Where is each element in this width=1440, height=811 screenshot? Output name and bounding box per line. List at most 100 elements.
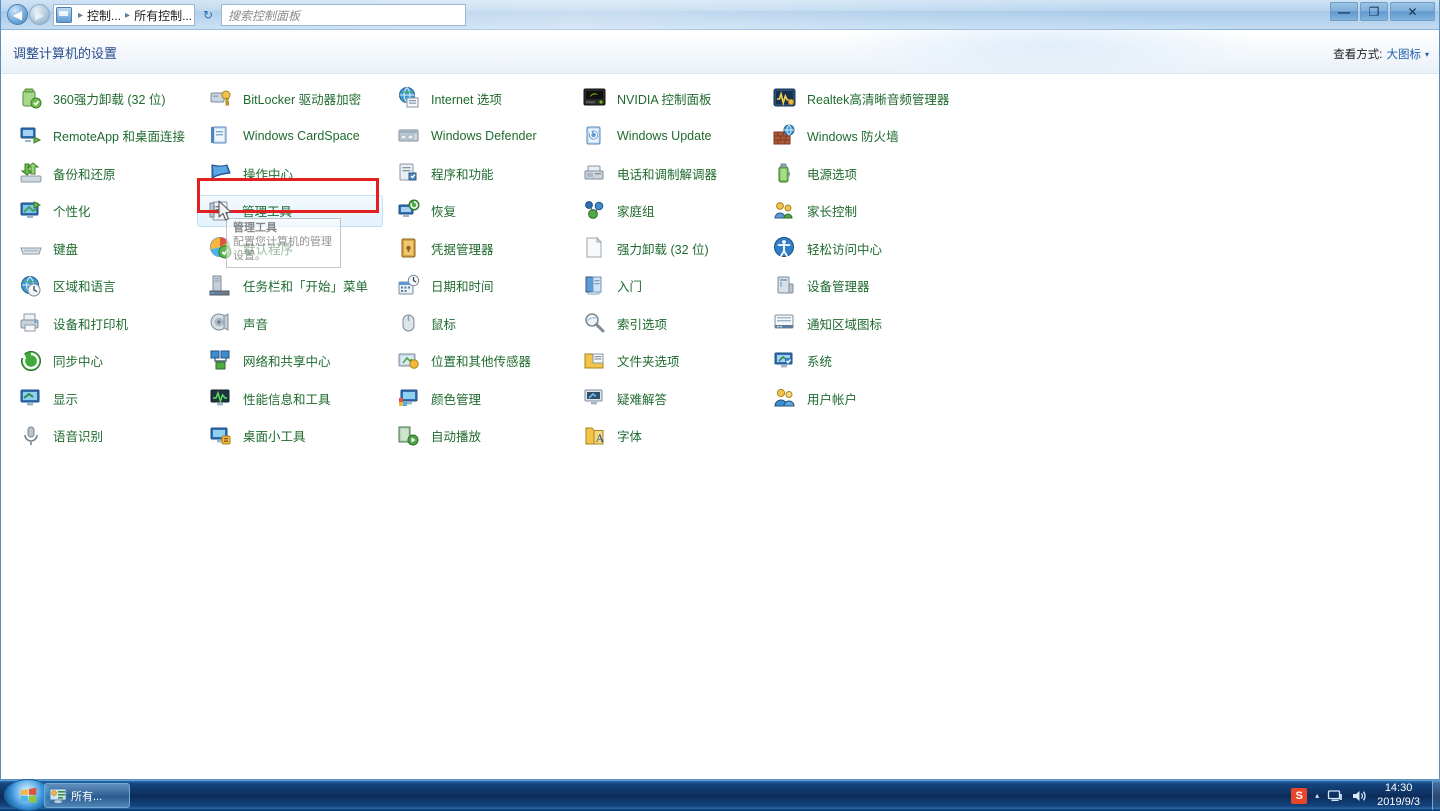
region-language-icon [19, 274, 43, 298]
autoplay-icon [397, 424, 421, 448]
control-panel-item[interactable]: 恢复 [387, 195, 456, 227]
control-panel-item-label: 声音 [243, 314, 268, 333]
control-panel-item[interactable]: 家长控制 [763, 195, 857, 227]
credential-manager-icon [397, 236, 421, 260]
control-panel-item[interactable]: 任务栏和「开始」菜单 [199, 270, 368, 302]
breadcrumb-item-1[interactable]: 所有控制... [133, 7, 193, 24]
control-panel-item[interactable]: Realtek高清晰音频管理器 [763, 82, 949, 114]
control-panel-item[interactable]: 颜色管理 [387, 382, 481, 414]
control-panel-item[interactable]: BitLocker 驱动器加密 [199, 82, 361, 114]
volume-icon[interactable] [1351, 788, 1367, 804]
control-panel-item[interactable]: 通知区域图标 [763, 307, 882, 339]
control-panel-item[interactable]: 性能信息和工具 [199, 382, 331, 414]
control-panel-item-label: 系统 [807, 351, 832, 370]
minimize-icon: — [1338, 6, 1350, 18]
control-panel-item[interactable]: 疑难解答 [573, 382, 667, 414]
control-panel-item[interactable]: RemoteApp 和桌面连接 [9, 120, 185, 152]
taskbar-button-control-panel[interactable]: 所有... [44, 783, 130, 808]
control-panel-item-label: Realtek高清晰音频管理器 [807, 89, 949, 108]
control-panel-item-label: Windows Defender [431, 129, 537, 143]
tray-overflow-caret-icon[interactable]: ▴ [1315, 791, 1319, 800]
search-input[interactable]: 搜索控制面板 [221, 4, 466, 26]
control-panel-item-label: NVIDIA 控制面板 [617, 89, 711, 108]
control-panel-item[interactable]: 语音识别 [9, 420, 103, 452]
cardspace-icon [209, 124, 233, 148]
control-panel-item-label: 显示 [53, 389, 78, 408]
clock-time: 14:30 [1377, 782, 1420, 796]
indexing-options-icon [583, 311, 607, 335]
control-panel-item-label: 备份和还原 [53, 164, 116, 183]
control-panel-item-label: Internet 选项 [431, 89, 502, 108]
control-panel-item[interactable]: 轻松访问中心 [763, 232, 882, 264]
control-panel-item[interactable]: 日期和时间 [387, 270, 494, 302]
control-panel-item-label: 键盘 [53, 239, 78, 258]
control-panel-item[interactable]: Internet 选项 [387, 82, 502, 114]
parental-controls-icon [773, 199, 797, 223]
control-panel-item[interactable]: 凭据管理器 [387, 232, 494, 264]
control-panel-item-label: 设备管理器 [807, 276, 870, 295]
control-panel-item[interactable]: 鼠标 [387, 307, 456, 339]
control-panel-item[interactable]: 备份和还原 [9, 157, 116, 189]
control-panel-item[interactable]: A字体 [573, 420, 642, 452]
control-panel-item[interactable]: 区域和语言 [9, 270, 116, 302]
control-panel-item[interactable]: 个性化 [9, 195, 91, 227]
desktop-gadgets-icon [209, 424, 233, 448]
control-panel-item[interactable]: 桌面小工具 [199, 420, 306, 452]
maximize-button[interactable]: ❐ [1360, 2, 1388, 21]
control-panel-item[interactable]: Windows CardSpace [199, 120, 360, 152]
control-panel-item[interactable]: 显示 [9, 382, 78, 414]
control-panel-item-label: 疑难解答 [617, 389, 667, 408]
view-by-control[interactable]: 查看方式: 大图标 ▾ [1333, 46, 1429, 62]
show-desktop-button[interactable] [1432, 781, 1440, 810]
control-panel-item-label: 同步中心 [53, 351, 103, 370]
chevron-down-icon[interactable]: ▾ [1425, 50, 1429, 59]
sogou-ime-icon[interactable]: S [1291, 788, 1307, 804]
control-panel-icon [49, 788, 67, 804]
taskbar-button-label: 所有... [71, 788, 102, 804]
control-panel-item[interactable]: 自动播放 [387, 420, 481, 452]
control-panel-item-label: 电源选项 [807, 164, 857, 183]
control-panel-item[interactable]: Windows 防火墙 [763, 120, 899, 152]
control-panel-item[interactable]: 电话和调制解调器 [573, 157, 717, 189]
breadcrumb-item-0[interactable]: 控制... [86, 7, 122, 24]
control-panel-item[interactable]: 设备和打印机 [9, 307, 128, 339]
control-panel-item-label: 文件夹选项 [617, 351, 680, 370]
control-panel-item[interactable]: 用户帐户 [763, 382, 857, 414]
svg-text:A: A [596, 431, 605, 445]
refresh-icon[interactable]: ↻ [200, 7, 216, 23]
minimize-button[interactable]: — [1330, 2, 1358, 21]
control-panel-item[interactable]: Windows Update [573, 120, 712, 152]
control-panel-item[interactable]: 位置和其他传感器 [387, 345, 531, 377]
control-panel-item[interactable]: 入门 [573, 270, 642, 302]
control-panel-item[interactable]: 操作中心 [199, 157, 293, 189]
control-panel-item[interactable]: 强力卸载 (32 位) [573, 232, 709, 264]
control-panel-item[interactable]: 声音 [199, 307, 268, 339]
taskbar-clock[interactable]: 14:30 2019/9/3 [1375, 782, 1420, 810]
control-panel-item[interactable]: Windows Defender [387, 120, 537, 152]
back-arrow-icon[interactable]: ◀ [7, 4, 28, 25]
control-panel-item[interactable]: 系统 [763, 345, 832, 377]
control-panel-item[interactable]: 同步中心 [9, 345, 103, 377]
control-panel-item-label: 强力卸载 (32 位) [617, 239, 709, 258]
control-panel-item[interactable]: 键盘 [9, 232, 78, 264]
control-panel-item[interactable]: NVIDIA 控制面板 [573, 82, 711, 114]
navigation-buttons: ◀ ▶ [7, 4, 50, 25]
power-options-icon [773, 161, 797, 185]
troubleshooting-icon [583, 386, 607, 410]
close-button[interactable]: ✕ [1390, 2, 1435, 21]
control-panel-item[interactable]: 文件夹选项 [573, 345, 680, 377]
control-panel-item[interactable]: 网络和共享中心 [199, 345, 331, 377]
view-by-value[interactable]: 大图标 [1386, 46, 1421, 62]
address-bar[interactable]: ▸ 控制... ▸ 所有控制... ▸ ▾ [53, 4, 195, 26]
control-panel-item-label: 桌面小工具 [243, 426, 306, 445]
control-panel-item[interactable]: 程序和功能 [387, 157, 494, 189]
control-panel-item[interactable]: 家庭组 [573, 195, 655, 227]
control-panel-item[interactable]: 360强力卸载 (32 位) [9, 82, 166, 114]
control-panel-item[interactable]: 索引选项 [573, 307, 667, 339]
forward-arrow-icon[interactable]: ▶ [29, 4, 50, 25]
control-panel-item[interactable]: 电源选项 [763, 157, 857, 189]
network-icon[interactable] [1327, 788, 1343, 804]
control-panel-item-label: 日期和时间 [431, 276, 494, 295]
force-uninstall-icon [583, 236, 607, 260]
control-panel-item[interactable]: 设备管理器 [763, 270, 870, 302]
